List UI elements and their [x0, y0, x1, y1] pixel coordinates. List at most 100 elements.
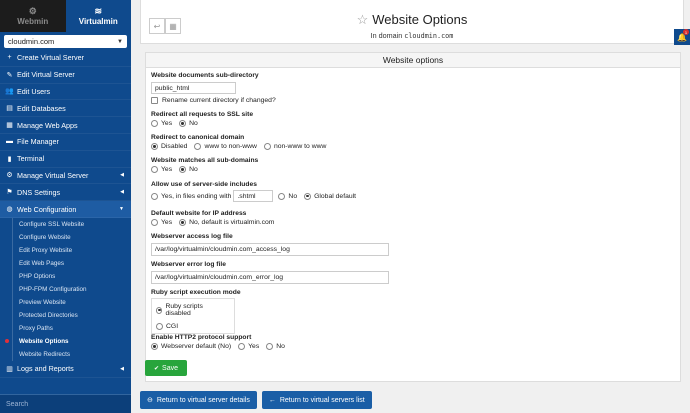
webmin-icon: ⚙ — [28, 5, 37, 16]
website-options-panel: Website options Website documents sub-di… — [145, 52, 681, 382]
sidebar-subitem-label: Edit Web Pages — [19, 259, 65, 267]
ssl-redirect-yes-radio[interactable]: Yes — [151, 120, 172, 127]
plus-icon: + — [7, 54, 12, 62]
sidebar-subitem-website-redirects[interactable]: Website Redirects — [0, 347, 131, 361]
sidebar-item-manage-web-apps[interactable]: ▦ Manage Web Apps — [0, 117, 131, 134]
edit-icon: ✎ — [6, 71, 13, 79]
ssl-redirect-no-radio[interactable]: No — [179, 120, 198, 127]
sidebar-subitem-edit-proxy-website[interactable]: Edit Proxy Website — [0, 243, 131, 257]
radio-label: No — [189, 166, 198, 173]
sidebar-subitem-proxy-paths[interactable]: Proxy Paths — [0, 321, 131, 335]
radio-label: Global default — [314, 192, 357, 200]
notifications-button[interactable]: 🔔 1 — [674, 29, 690, 45]
error-log-input[interactable]: /var/log/virtualmin/cloudmin.com_error_l… — [151, 271, 389, 284]
sidebar-subitem-edit-web-pages[interactable]: Edit Web Pages — [0, 256, 131, 270]
sidebar-item-label: File Manager — [17, 137, 59, 147]
domain-select-value: cloudmin.com — [8, 37, 55, 46]
sidebar-subitem-label: Protected Directories — [19, 311, 78, 319]
ssl-redirect-field: Redirect all requests to SSL site Yes No — [151, 111, 253, 127]
ruby-disabled-radio[interactable]: Ruby scripts disabled — [156, 303, 223, 317]
sidebar-item-edit-databases[interactable]: ▤ Edit Databases — [0, 100, 131, 118]
canonical-nonwww-to-www-radio[interactable]: non-www to www — [263, 143, 327, 150]
docs-subdir-label: Website documents sub-directory — [151, 72, 259, 79]
canonical-disabled-radio[interactable]: Disabled — [151, 143, 187, 150]
rename-dir-checkbox[interactable] — [151, 97, 158, 104]
return-to-servers-list-button[interactable]: ← Return to virtual servers list — [261, 391, 372, 409]
tab-webmin[interactable]: ⚙ Webmin — [0, 0, 66, 32]
domain-select[interactable]: cloudmin.com ▼ — [4, 35, 127, 48]
sidebar-search[interactable]: Search — [0, 394, 131, 413]
sidebar-item-manage-virtual-server[interactable]: ⚙ Manage Virtual Server ◀ — [0, 168, 131, 185]
canonical-field: Redirect to canonical domain Disabled ww… — [151, 134, 333, 150]
sidebar-item-dns-settings[interactable]: ⚑ DNS Settings ◀ — [0, 184, 131, 202]
ssi-label: Allow use of server-side includes — [151, 181, 257, 188]
sidebar-subitem-label: Website Redirects — [19, 350, 70, 358]
sidebar-item-edit-users[interactable]: 👥 Edit Users — [0, 84, 131, 101]
sidebar-item-label: Manage Virtual Server — [17, 170, 89, 180]
radio-label: non-www to www — [273, 143, 327, 150]
subtitle-prefix: In domain — [370, 31, 403, 40]
http2-default-radio[interactable]: Webserver default (No) — [151, 343, 231, 350]
active-indicator-icon — [5, 339, 9, 344]
save-button[interactable]: ✔ Save — [145, 360, 187, 376]
sidebar-subitem-php-fpm-configuration[interactable]: PHP-FPM Configuration — [0, 282, 131, 296]
ssi-global-default-radio[interactable]: Global default — [304, 192, 357, 200]
sidebar-menu: + Create Virtual Server ✎ Edit Virtual Ser… — [0, 50, 131, 378]
subdomains-no-radio[interactable]: No — [179, 166, 198, 173]
radio-label: No — [276, 343, 285, 350]
canonical-www-to-nonwww-radio[interactable]: www to non-www — [194, 143, 257, 150]
chevron-left-icon: ◀ — [120, 365, 124, 372]
sidebar-item-label: Manage Web Apps — [17, 120, 78, 130]
return-details-label: Return to virtual server details — [156, 396, 250, 404]
sidebar-subitem-label: Proxy Paths — [19, 324, 53, 332]
subdomains-yes-radio[interactable]: Yes — [151, 166, 172, 173]
access-log-field: Webserver access log file /var/log/virtu… — [151, 233, 389, 256]
radio-label: Yes — [161, 120, 173, 127]
sidebar-subitem-php-options[interactable]: PHP Options — [0, 269, 131, 283]
ruby-mode-options: Ruby scripts disabled CGI — [151, 298, 235, 334]
chevron-down-icon: ▼ — [119, 206, 124, 213]
tab-virtualmin[interactable]: ≋ Virtualmin — [65, 0, 131, 32]
default-site-no-radio[interactable]: No, default is virtualmin.com — [179, 219, 274, 226]
sidebar-subitem-protected-directories[interactable]: Protected Directories — [0, 308, 131, 322]
page-subtitle: In domain cloudmin.com — [141, 31, 683, 40]
ruby-cgi-radio[interactable]: CGI — [156, 323, 178, 330]
sidebar-item-label: Edit Databases — [17, 103, 66, 113]
return-to-server-details-button[interactable]: ⊖ Return to virtual server details — [140, 391, 257, 409]
page-title: ☆ Website Options — [141, 12, 683, 28]
sidebar-item-create-virtual-server[interactable]: + Create Virtual Server — [0, 50, 131, 67]
sidebar-item-edit-virtual-server[interactable]: ✎ Edit Virtual Server — [0, 67, 131, 84]
ssi-yes-radio[interactable]: Yes, in files ending with — [151, 192, 231, 200]
sidebar-item-web-configuration[interactable]: ◍ Web Configuration ▼ — [0, 201, 131, 218]
sidebar-item-logs-and-reports[interactable]: ▥ Logs and Reports ◀ — [0, 361, 131, 378]
http2-no-radio[interactable]: No — [266, 343, 285, 350]
sidebar-subitem-preview-website[interactable]: Preview Website — [0, 295, 131, 309]
chevron-down-icon: ▼ — [117, 38, 123, 45]
notification-count-badge: 1 — [683, 29, 689, 35]
docs-subdir-input[interactable]: public_html — [151, 82, 236, 94]
sidebar-item-file-manager[interactable]: ▬ File Manager — [0, 134, 131, 151]
folder-icon: ▬ — [6, 138, 13, 146]
page-header: ↩ ▦ ☆ Website Options In domain cloudmin.… — [140, 0, 684, 44]
default-site-yes-radio[interactable]: Yes — [151, 219, 172, 226]
sidebar-item-terminal[interactable]: ▮ Terminal — [0, 151, 131, 168]
radio-label: Yes — [161, 219, 173, 226]
return-list-label: Return to virtual servers list — [279, 396, 365, 404]
globe-icon: ◍ — [6, 206, 13, 214]
save-button-label: Save — [162, 364, 178, 372]
sidebar-subitem-label: Preview Website — [19, 298, 66, 306]
sidebar-subitem-configure-ssl-website[interactable]: Configure SSL Website — [0, 217, 131, 231]
star-icon[interactable]: ☆ — [357, 12, 369, 27]
search-input[interactable]: Search — [6, 401, 131, 408]
sidebar-subitem-website-options[interactable]: Website Options — [0, 334, 131, 348]
http2-field: Enable HTTP2 protocol support Webserver … — [151, 334, 292, 350]
subdomains-label: Website matches all sub-domains — [151, 157, 259, 164]
http2-yes-radio[interactable]: Yes — [238, 343, 259, 350]
ssi-extension-input[interactable]: .shtml — [233, 190, 274, 202]
radio-label: Webserver default (No) — [161, 343, 232, 350]
access-log-input[interactable]: /var/log/virtualmin/cloudmin.com_access_… — [151, 243, 389, 256]
ruby-mode-label: Ruby script execution mode — [151, 289, 241, 296]
sidebar-subitem-configure-website[interactable]: Configure Website — [0, 230, 131, 244]
radio-label: No — [288, 192, 298, 200]
ssi-no-radio[interactable]: No — [278, 192, 298, 200]
